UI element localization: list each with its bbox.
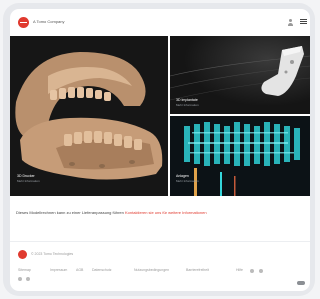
user-icon[interactable] (287, 19, 294, 26)
linkedin-icon[interactable] (259, 269, 263, 273)
facebook-icon[interactable] (250, 269, 254, 273)
instagram-icon[interactable] (18, 277, 22, 281)
footer-logo[interactable] (18, 250, 27, 259)
tile-caption: 3D Drucker (17, 174, 35, 178)
footer-brand: © 2023 Tomo Technologies (31, 252, 74, 256)
site-header: A Tomo Company (10, 9, 310, 36)
tile-subtitle: Mehr Information (176, 103, 199, 107)
footer-link[interactable]: Impressum (50, 268, 67, 272)
device-frame: A Tomo Company 3D Drucker Mehr Informati… (3, 3, 315, 296)
menu-icon[interactable] (300, 19, 307, 25)
footer-divider (10, 241, 310, 242)
footer-link[interactable]: Nutzungsbedingungen (134, 268, 169, 272)
notice-link[interactable]: Kontaktieren sie uns für weitere Informa… (125, 210, 207, 215)
printer-image (170, 116, 310, 196)
tile-implant[interactable]: 3D Implantate Mehr Information (170, 36, 310, 114)
footer-link[interactable]: Barrierefreiheit (186, 268, 209, 272)
tile-caption: Anlagen (176, 174, 189, 178)
tile-subtitle: Mehr Information (176, 179, 199, 183)
tile-printer[interactable]: Anlagen Mehr Information (170, 116, 310, 196)
footer-link[interactable]: Hilfe (236, 268, 243, 272)
dental-model-image (10, 36, 168, 196)
brand-name: A Tomo Company (33, 19, 65, 24)
brand-logo[interactable] (18, 17, 29, 28)
notice-text: Dieses Modellrechnen kann zu einer Liefe… (16, 210, 306, 215)
browser-screen: A Tomo Company 3D Drucker Mehr Informati… (10, 9, 310, 291)
footer-link[interactable]: AGB (76, 268, 83, 272)
theme-toggle[interactable] (297, 281, 305, 285)
youtube-icon[interactable] (26, 277, 30, 281)
tile-caption: 3D Implantate (176, 98, 198, 102)
tile-subtitle: Mehr Information (17, 179, 40, 183)
footer-link[interactable]: Sitemap (18, 268, 31, 272)
tile-dental-model[interactable]: 3D Drucker Mehr Information (10, 36, 168, 196)
notice-body: Dieses Modellrechnen kann zu einer Liefe… (16, 210, 124, 215)
footer-link[interactable]: Datenschutz (92, 268, 111, 272)
